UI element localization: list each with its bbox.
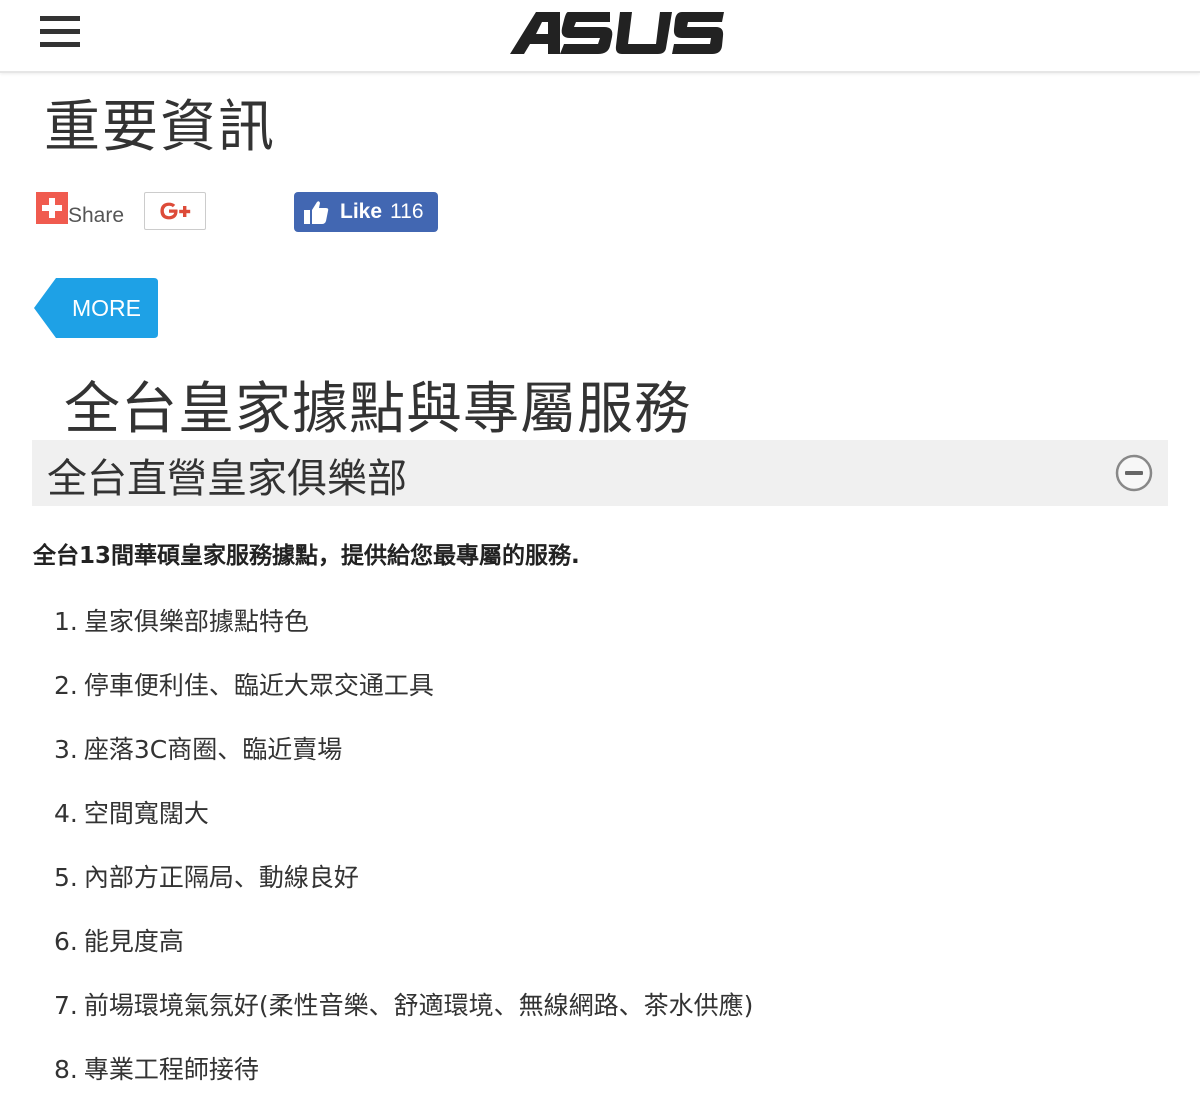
feature-list: 1. 皇家俱樂部據點特色 2. 停車便利佳、臨近大眾交通工具 3. 座落3C商圈、臨近… [54,604,753,1116]
hamburger-menu-icon[interactable] [40,16,80,50]
list-text: 內部方正隔局、動線良好 [83,863,359,892]
list-number: 8. [54,1055,78,1084]
thumbs-up-icon [304,201,329,224]
list-text: 前場環境氣氛好(柔性音樂、舒適環境、無線網路、茶水供應) [83,991,754,1020]
top-navigation-bar [0,0,1200,73]
section-title: 全台皇家據點與專屬服務 [64,377,691,442]
facebook-like-button[interactable]: Like 116 [294,192,438,232]
list-item: 7. 前場環境氣氛好(柔性音樂、舒適環境、無線網路、茶水供應) [54,988,753,1052]
asus-logo[interactable] [508,10,724,56]
like-count: 116 [390,200,424,223]
list-item: 2. 停車便利佳、臨近大眾交通工具 [54,668,753,732]
page-title: 重要資訊 [44,95,276,160]
list-item: 5. 內部方正隔局、動線良好 [54,860,753,924]
share-plus-icon [36,192,68,224]
share-label: Share [68,204,125,227]
list-item: 4. 空間寬闊大 [54,796,753,860]
like-label: Like [340,200,383,223]
accordion-header[interactable]: 全台直營皇家俱樂部 [32,440,1168,506]
list-text: 停車便利佳、臨近大眾交通工具 [83,671,434,700]
list-text: 能見度高 [83,927,184,956]
list-item: 6. 能見度高 [54,924,753,988]
accordion-title: 全台直營皇家俱樂部 [47,456,407,502]
more-button[interactable]: MORE [34,278,158,338]
list-number: 5. [54,863,78,892]
intro-text: 全台13間華碩皇家服務據點，提供給您最專屬的服務. [33,543,580,569]
list-item: 8. 專業工程師接待 [54,1052,753,1116]
more-label: MORE [72,295,141,321]
list-number: 7. [54,991,78,1020]
list-text: 空間寬闊大 [83,799,209,828]
list-text: 皇家俱樂部據點特色 [83,607,309,636]
list-item: 3. 座落3C商圈、臨近賣場 [54,732,753,796]
list-number: 4. [54,799,78,828]
list-number: 3. [54,735,78,764]
collapse-minus-icon[interactable] [1115,454,1153,492]
list-item: 1. 皇家俱樂部據點特色 [54,604,753,668]
list-number: 6. [54,927,78,956]
list-text: 座落3C商圈、臨近賣場 [83,735,343,764]
google-plus-icon [160,202,191,220]
list-number: 1. [54,607,78,636]
list-text: 專業工程師接待 [83,1055,259,1084]
list-number: 2. [54,671,78,700]
google-plus-button[interactable] [144,192,206,230]
asus-logo-mark [510,12,724,54]
